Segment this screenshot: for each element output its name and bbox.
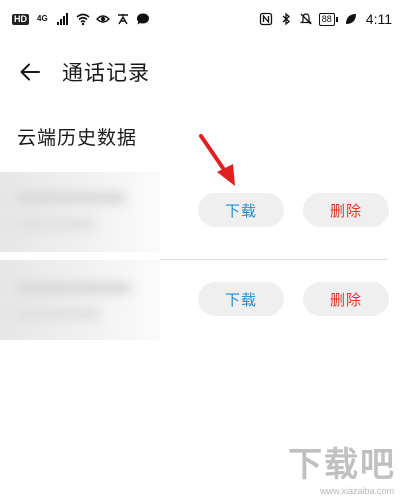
chat-bubble-icon	[136, 13, 149, 25]
back-button[interactable]	[8, 50, 52, 94]
mute-icon	[299, 13, 312, 25]
status-bar-left: HD 4G	[12, 12, 150, 26]
nfc-icon	[259, 12, 272, 26]
hd-badge: HD	[12, 13, 29, 25]
signal-icon	[56, 13, 68, 25]
record-row: 下载 删除	[0, 260, 404, 340]
delete-button[interactable]: 删除	[303, 282, 389, 316]
battery-icon: 88	[318, 12, 338, 26]
status-bar-right: 88 4:11	[259, 11, 392, 27]
wifi-icon	[76, 13, 90, 26]
record-info-blurred	[0, 172, 160, 252]
page-title: 通话记录	[62, 61, 150, 85]
battery-level: 88	[318, 12, 335, 26]
record-info-blurred	[0, 260, 160, 340]
network-type-badge: 4G	[37, 14, 48, 23]
annotation-arrow-icon	[199, 134, 235, 186]
download-button[interactable]: 下载	[198, 193, 284, 227]
arrow-left-icon	[20, 63, 40, 81]
bluetooth-icon	[282, 12, 290, 26]
eye-icon	[95, 15, 110, 23]
leaf-icon	[345, 14, 356, 24]
status-time: 4:11	[365, 11, 392, 27]
section-title: 云端历史数据	[17, 127, 138, 149]
app-bar: 通话记录	[0, 50, 404, 94]
watermark-logo: 下载吧	[288, 445, 396, 485]
delete-button[interactable]: 删除	[303, 193, 389, 227]
translate-icon	[117, 14, 128, 25]
watermark-url: www.xiazaiba.com	[319, 486, 394, 496]
download-button[interactable]: 下载	[198, 282, 284, 316]
status-bar: HD 4G 88 4:11	[0, 0, 404, 38]
